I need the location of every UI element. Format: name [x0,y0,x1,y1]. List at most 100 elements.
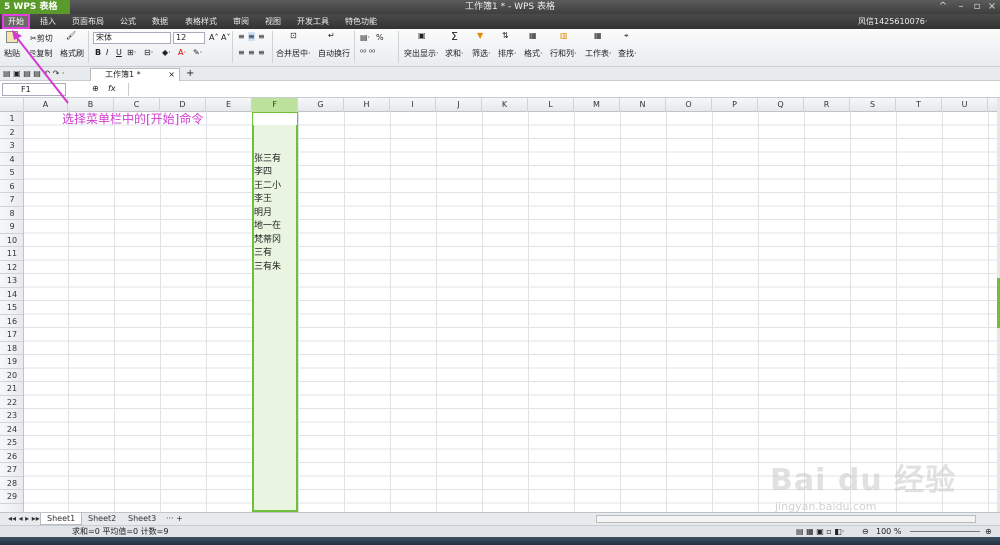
row-header[interactable]: 23 [0,409,23,423]
column-header[interactable]: C [114,98,160,112]
select-all-corner[interactable] [0,98,24,112]
row-header[interactable]: 26 [0,450,23,463]
cell-F4[interactable]: 张三有 [254,153,281,167]
font-name-select[interactable]: 宋体 [93,32,171,44]
tab-close-icon[interactable]: × [168,69,175,81]
font-shrink-button[interactable]: A˅ [221,33,230,42]
help-icon[interactable]: ^ [936,0,950,14]
menu-insert[interactable]: 插入 [40,14,56,29]
column-header[interactable]: E [206,98,252,112]
align-bottom-icon[interactable]: ≡ [258,32,265,41]
find-button[interactable]: 查找· [618,48,637,59]
maximize-icon[interactable]: ▫ [970,0,984,14]
bold-button[interactable]: B [95,48,101,57]
row-header[interactable]: 12 [0,261,23,274]
cell-F8[interactable]: 明月 [254,207,272,221]
row-header[interactable]: 3 [0,139,23,153]
align-right-icon[interactable]: ≡ [258,48,265,57]
view-mode-buttons[interactable]: ▤ ▦ ▣ ▫ ◧· [796,526,844,537]
format-button[interactable]: 格式· [524,48,543,59]
underline-button[interactable]: U [116,48,122,57]
name-box[interactable]: F1 [2,83,66,96]
percent-button[interactable]: % [376,33,384,42]
zoom-icon[interactable]: ⊕ [92,84,99,93]
merge-cells-icon[interactable]: ⊟· [144,48,153,57]
align-top-icon[interactable]: ≡ [238,32,245,41]
menu-review[interactable]: 审阅 [233,14,249,29]
paste-button[interactable]: 粘贴 [4,48,20,59]
sort-button[interactable]: 排序· [498,48,517,59]
row-header[interactable]: 10 [0,234,23,247]
app-logo-button[interactable]: 5 WPS 表格 [0,0,70,14]
row-header[interactable]: 11 [0,247,23,261]
fill-color-icon[interactable]: ◆· [162,48,171,57]
column-header[interactable]: R [804,98,850,112]
cell-F12[interactable]: 三有朱 [254,261,281,275]
row-header[interactable]: 24 [0,423,23,436]
row-header[interactable]: 9 [0,220,23,234]
column-header[interactable]: D [160,98,206,112]
wrap-text-button[interactable]: 自动换行 [318,48,350,59]
row-header[interactable]: 15 [0,301,23,315]
add-sheet-button[interactable]: ··· + [160,513,189,525]
sum-button[interactable]: 求和· [445,48,464,59]
row-col-button[interactable]: 行和列· [550,48,577,59]
menu-table-style[interactable]: 表格样式 [185,14,217,29]
sheet-tab-sheet3[interactable]: Sheet3 [122,513,162,525]
fx-button[interactable]: fx [108,84,116,93]
cell-F11[interactable]: 三有 [254,247,272,261]
new-tab-button[interactable]: + [186,68,194,79]
font-size-select[interactable]: 12 [173,32,205,44]
menu-formula[interactable]: 公式 [120,14,136,29]
column-header[interactable]: L [528,98,574,112]
document-tab[interactable]: 工作簿1 * × [90,68,180,81]
brush-icon[interactable]: 🖌 [66,31,76,40]
column-header[interactable]: B [68,98,114,112]
column-header[interactable]: K [482,98,528,112]
row-header[interactable]: 18 [0,342,23,355]
row-header[interactable]: 17 [0,328,23,342]
menu-special[interactable]: 特色功能 [345,14,377,29]
row-header[interactable]: 13 [0,274,23,288]
column-header[interactable]: P [712,98,758,112]
user-account[interactable]: 风信1425610076· [858,14,927,29]
column-header[interactable]: S [850,98,896,112]
row-header[interactable]: 1 [0,112,23,126]
paste-icon[interactable] [6,31,18,45]
column-header[interactable]: N [620,98,666,112]
cell-grid[interactable]: 选择菜单栏中的[开始]命令 张三有 李四 王二小 李王 明月 地一在 梵蒂冈 三… [24,112,997,512]
row-header[interactable]: 14 [0,288,23,301]
filter-button[interactable]: 筛选· [472,48,491,59]
row-header[interactable]: 2 [0,126,23,139]
column-header[interactable]: O [666,98,712,112]
font-grow-button[interactable]: A˄ [209,33,218,42]
align-middle-icon[interactable]: ≡ [248,32,255,41]
row-header[interactable]: 19 [0,355,23,369]
row-header[interactable]: 8 [0,207,23,220]
cell-F6[interactable]: 王二小 [254,180,281,194]
row-header[interactable]: 4 [0,153,23,166]
zoom-in-icon[interactable]: ⊕ [985,526,992,537]
menu-dev-tools[interactable]: 开发工具 [297,14,329,29]
row-header[interactable]: 5 [0,166,23,180]
column-header[interactable]: A [24,98,68,112]
menu-start[interactable]: 开始 [2,14,30,29]
sheet-tab-sheet1[interactable]: Sheet1 [40,513,83,525]
menu-page-layout[interactable]: 页面布局 [72,14,104,29]
zoom-level[interactable]: 100 % [876,526,901,537]
row-header[interactable]: 29 [0,490,23,504]
quick-access-toolbar[interactable]: ▤ ▣ ▤ ▤ ↶ ↷ · [3,69,64,78]
column-header[interactable]: I [390,98,436,112]
merge-center-button[interactable]: 合并居中· [276,48,311,59]
cell-F7[interactable]: 李王 [254,193,272,207]
row-header[interactable]: 16 [0,315,23,328]
row-header[interactable]: 27 [0,463,23,477]
align-left-icon[interactable]: ≡ [238,48,245,57]
cell-F10[interactable]: 梵蒂冈 [254,234,281,248]
row-header[interactable]: 25 [0,436,23,450]
zoom-out-icon[interactable]: ⊖ [862,526,869,537]
number-format-icon[interactable]: ▤· [360,33,370,42]
cell-F9[interactable]: 地一在 [254,220,281,234]
row-header[interactable]: 21 [0,382,23,396]
column-header-selected[interactable]: F [252,98,298,112]
